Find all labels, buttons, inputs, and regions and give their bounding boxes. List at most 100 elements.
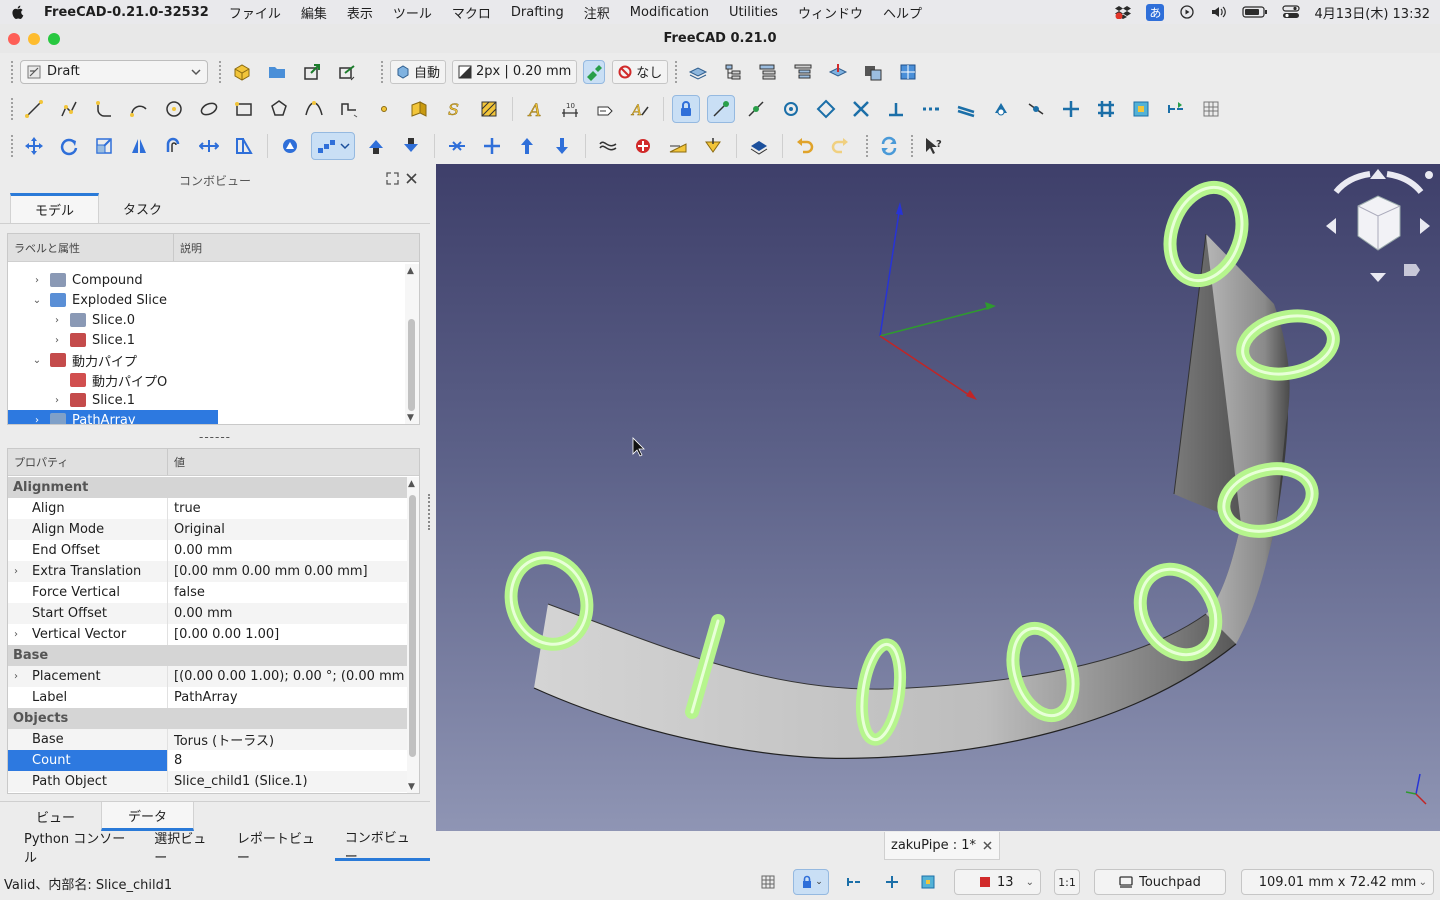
join-tool-button[interactable]: [443, 132, 471, 160]
text-tool-button[interactable]: A: [521, 95, 549, 123]
clone-tool-button[interactable]: [276, 132, 304, 160]
property-group-header[interactable]: Objects: [8, 708, 407, 729]
label-tool-button[interactable]: [591, 95, 619, 123]
working-plane-proxy-button[interactable]: [824, 58, 852, 86]
property-header-value[interactable]: 値: [168, 449, 185, 475]
property-value[interactable]: PathArray: [168, 687, 407, 708]
line-width-selector[interactable]: 2px | 0.20 mm: [452, 59, 578, 84]
split-tool-button[interactable]: [478, 132, 506, 160]
snap-endpoint-button[interactable]: [707, 94, 735, 123]
menu-file[interactable]: ファイル: [229, 3, 281, 22]
tree-scroll-thumb[interactable]: [408, 319, 415, 411]
toggle-grid-button-2[interactable]: [1197, 95, 1225, 123]
tree-item[interactable]: › Compound: [8, 270, 405, 290]
menu-annotation[interactable]: 注釈: [584, 3, 610, 22]
property-value[interactable]: Original: [168, 519, 407, 540]
array-tool-button[interactable]: [311, 131, 355, 160]
status-working-plane-button[interactable]: [917, 869, 939, 895]
drape-tool-button[interactable]: [548, 132, 576, 160]
draft-to-sketch-button[interactable]: [629, 132, 657, 160]
tree-item[interactable]: › Slice.0: [8, 310, 405, 330]
float-panel-icon[interactable]: [386, 172, 399, 185]
tree-item[interactable]: ⌄ Exploded Slice: [8, 290, 405, 310]
snap-angle-button[interactable]: [812, 95, 840, 123]
tree-scrollbar[interactable]: ▲ ▼: [405, 264, 419, 424]
toolbar-grip[interactable]: [674, 59, 679, 84]
annotation-style-button[interactable]: A: [626, 95, 654, 123]
property-group-header[interactable]: Base: [8, 645, 407, 666]
minimize-window-button[interactable]: [28, 33, 40, 45]
property-value[interactable]: [(0.00 0.00 1.00); 0.00 °; (0.00 mm 0...: [168, 666, 407, 687]
ime-indicator[interactable]: あ: [1146, 3, 1165, 21]
snap-parallel-button[interactable]: [952, 95, 980, 123]
snap-grid-button[interactable]: [1092, 95, 1120, 123]
workbench-selector[interactable]: Draft: [20, 59, 208, 84]
tab-task[interactable]: タスク: [99, 193, 186, 223]
property-row[interactable]: Start Offset 0.00 mm: [8, 603, 407, 624]
property-row[interactable]: Force Vertical false: [8, 582, 407, 603]
snap-near-button[interactable]: [1022, 95, 1050, 123]
flip-dimension-button[interactable]: [699, 132, 727, 160]
add-group-button[interactable]: [719, 58, 747, 86]
property-row[interactable]: › Extra Translation [0.00 mm 0.00 mm 0.00 …: [8, 561, 407, 582]
snap-dimensions-button[interactable]: [1162, 95, 1190, 123]
snap-perpendicular-button[interactable]: [882, 95, 910, 123]
property-row[interactable]: Path Object Slice_child1 (Slice.1): [8, 771, 407, 792]
property-row[interactable]: Base Torus (トーラス): [8, 729, 407, 750]
tree-header-label[interactable]: ラベルと属性: [8, 234, 174, 261]
close-tab-icon[interactable]: [982, 840, 993, 851]
zoom-window-button[interactable]: [48, 33, 60, 45]
line-tool-button[interactable]: [20, 95, 48, 123]
document-tab[interactable]: zakuPipe : 1*: [884, 832, 1000, 860]
menubar-clock[interactable]: 4月13日(木) 13:32: [1314, 3, 1430, 22]
chevron-right-icon[interactable]: ›: [52, 335, 62, 346]
chevron-right-icon[interactable]: ›: [32, 275, 42, 286]
close-panel-icon[interactable]: [405, 172, 418, 185]
arc-tool-button[interactable]: [125, 95, 153, 123]
tab-python-console[interactable]: Python コンソール: [14, 832, 144, 866]
menu-tools[interactable]: ツール: [393, 3, 432, 22]
apple-icon[interactable]: [10, 4, 26, 20]
status-snap-dimension-button[interactable]: [843, 869, 865, 895]
chevron-down-icon[interactable]: ⌄: [32, 355, 42, 366]
slope-button[interactable]: [664, 132, 692, 160]
status-ortho-button[interactable]: [881, 869, 903, 895]
dimensions-readout[interactable]: 109.01 mm x 72.42 mm ⌄: [1241, 869, 1434, 895]
whats-this-button[interactable]: ?: [920, 132, 948, 160]
fillet-tool-button[interactable]: [90, 95, 118, 123]
status-snap-lock-button[interactable]: ⌄: [793, 869, 829, 895]
property-value[interactable]: Slice_child1 (Slice.1): [168, 771, 407, 792]
layer-selector[interactable]: なし: [612, 59, 669, 84]
dock-resize-handle[interactable]: [428, 494, 432, 530]
move-tool-button[interactable]: [20, 132, 48, 160]
panel-splitter[interactable]: ------: [0, 430, 430, 444]
property-row[interactable]: › Vertical Vector [0.00 0.00 1.00]: [8, 624, 407, 645]
property-value[interactable]: 8: [168, 750, 407, 771]
tree-item[interactable]: › PathArray: [8, 410, 218, 424]
property-value[interactable]: 0.00 mm: [168, 540, 407, 561]
toolbar-grip[interactable]: [10, 133, 14, 158]
open-file-button[interactable]: [263, 58, 291, 86]
trimex-tool-button[interactable]: [513, 132, 541, 160]
ellipse-tool-button[interactable]: [195, 95, 223, 123]
tree-item[interactable]: › Slice.1: [8, 330, 405, 350]
offset-tool-button[interactable]: [160, 132, 188, 160]
property-value[interactable]: Torus (トーラス): [168, 729, 407, 750]
rotate-tool-button[interactable]: [55, 132, 83, 160]
wire-tool-button[interactable]: [55, 95, 83, 123]
move-to-group-button[interactable]: [754, 58, 782, 86]
property-row[interactable]: Align true: [8, 498, 407, 519]
play-icon[interactable]: [1178, 5, 1196, 19]
scale-tool-button[interactable]: [90, 132, 118, 160]
wire-to-bspline-button[interactable]: [594, 132, 622, 160]
bezier-tool-button[interactable]: [335, 95, 363, 123]
menu-drafting[interactable]: Drafting: [511, 5, 564, 20]
tab-report-view[interactable]: レポートビュー: [227, 832, 335, 866]
property-scroll-thumb[interactable]: [409, 495, 416, 757]
property-value[interactable]: true: [168, 498, 407, 519]
polygon-tool-button[interactable]: [265, 95, 293, 123]
status-grid-button[interactable]: [757, 869, 779, 895]
snap-midpoint-button[interactable]: [742, 95, 770, 123]
menu-window[interactable]: ウィンドウ: [798, 3, 863, 22]
tab-combo-view[interactable]: コンボビュー: [334, 831, 430, 865]
